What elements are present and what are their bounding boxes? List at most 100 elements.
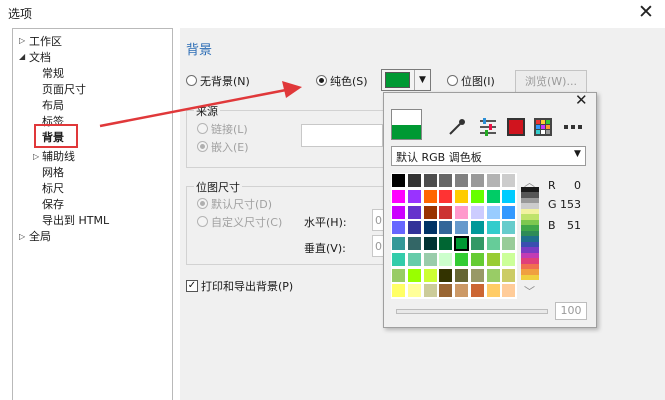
color-swatch-cell[interactable]: [438, 173, 454, 188]
tree-item-export-html[interactable]: 导出到 HTML: [42, 212, 109, 228]
color-swatch-cell[interactable]: [406, 204, 422, 220]
tree-item-page-size[interactable]: 页面尺寸: [42, 81, 86, 97]
color-swatch-cell[interactable]: [469, 236, 485, 251]
bitmap-radio[interactable]: [447, 75, 458, 86]
color-swatch-cell[interactable]: [469, 204, 485, 220]
color-swatch-cell[interactable]: [485, 173, 501, 188]
color-swatch-cell[interactable]: [422, 220, 438, 236]
eyedropper-icon[interactable]: [447, 117, 467, 137]
link-radio[interactable]: [197, 123, 208, 134]
tree-item-document[interactable]: 文档: [29, 49, 51, 65]
embed-radio[interactable]: [197, 141, 208, 152]
color-swatch-cell[interactable]: [391, 188, 406, 204]
color-swatch-cell[interactable]: [501, 283, 517, 299]
palette-overview-strip[interactable]: [521, 187, 539, 281]
embed-label[interactable]: 嵌入(E): [211, 139, 249, 155]
color-swatch-cell[interactable]: [406, 267, 422, 283]
color-swatch-cell[interactable]: [485, 283, 501, 299]
color-swatch-cell[interactable]: [454, 251, 469, 267]
color-swatch-cell[interactable]: [422, 204, 438, 220]
color-swatch-cell[interactable]: [391, 204, 406, 220]
close-icon[interactable]: ✕: [575, 91, 588, 109]
tree-item-global[interactable]: 全局: [29, 228, 51, 244]
expand-arrow-icon[interactable]: ▷: [33, 152, 39, 161]
color-swatch-cell[interactable]: [501, 220, 517, 236]
custom-size-label[interactable]: 自定义尺寸(C): [211, 214, 282, 230]
color-swatch-cell[interactable]: [422, 173, 438, 188]
tree-item-general[interactable]: 常规: [42, 65, 64, 81]
color-swatch-cell[interactable]: [391, 220, 406, 236]
color-swatch-cell[interactable]: [469, 173, 485, 188]
color-swatch-cell[interactable]: [391, 236, 406, 251]
custom-size-radio[interactable]: [197, 216, 208, 227]
color-swatch-cell[interactable]: [485, 188, 501, 204]
color-swatch-cell[interactable]: [391, 251, 406, 267]
color-swatch-cell[interactable]: [485, 236, 501, 251]
collapse-arrow-icon[interactable]: ◢: [19, 52, 25, 61]
browse-button[interactable]: 浏览(W)...: [515, 70, 587, 93]
color-swatch-cell[interactable]: [406, 251, 422, 267]
color-swatch-cell[interactable]: [469, 220, 485, 236]
solid-color-label[interactable]: 纯色(S): [330, 73, 368, 89]
color-swatch-cell[interactable]: [454, 173, 469, 188]
color-swatch-cell[interactable]: [454, 236, 469, 251]
swatch-size-slider[interactable]: [396, 309, 548, 314]
color-swatch-cell[interactable]: [391, 267, 406, 283]
color-swatch-cell[interactable]: [391, 283, 406, 299]
color-swatch-cell[interactable]: [454, 188, 469, 204]
link-label[interactable]: 链接(L): [211, 121, 248, 137]
tree-item-workspace[interactable]: 工作区: [29, 33, 62, 49]
color-swatch-cell[interactable]: [501, 267, 517, 283]
color-swatch-cell[interactable]: [469, 251, 485, 267]
scroll-down-icon[interactable]: ﹀: [524, 283, 535, 299]
solid-color-radio[interactable]: [316, 75, 327, 86]
tree-item-save[interactable]: 保存: [42, 196, 64, 212]
color-swatch-cell[interactable]: [438, 267, 454, 283]
chevron-down-icon[interactable]: ▼: [574, 149, 581, 159]
bitmap-label[interactable]: 位图(I): [461, 73, 495, 89]
color-swatch-cell[interactable]: [391, 173, 406, 188]
color-swatch-cell[interactable]: [438, 236, 454, 251]
color-swatch-cell[interactable]: [485, 267, 501, 283]
color-sliders-icon[interactable]: [478, 117, 498, 137]
chevron-down-icon[interactable]: ▼: [414, 70, 430, 90]
color-swatch-cell[interactable]: [469, 283, 485, 299]
color-swatch-cell[interactable]: [454, 204, 469, 220]
close-icon[interactable]: ✕: [638, 1, 654, 23]
color-swatch-cell[interactable]: [501, 188, 517, 204]
color-palettes-icon[interactable]: [533, 117, 553, 137]
color-swatch-cell[interactable]: [406, 173, 422, 188]
color-swatch-cell[interactable]: [485, 204, 501, 220]
color-swatch-cell[interactable]: [406, 188, 422, 204]
tree-item-rulers[interactable]: 标尺: [42, 180, 64, 196]
color-swatch-cell[interactable]: [422, 236, 438, 251]
color-swatch-cell[interactable]: [422, 188, 438, 204]
print-export-checkbox[interactable]: ✓: [186, 280, 198, 292]
color-swatch-cell[interactable]: [422, 283, 438, 299]
color-swatch-cell[interactable]: [454, 220, 469, 236]
color-swatch-cell[interactable]: [501, 204, 517, 220]
color-swatch-cell[interactable]: [501, 251, 517, 267]
color-swatch-cell[interactable]: [485, 251, 501, 267]
color-swatch-cell[interactable]: [501, 173, 517, 188]
color-swatch-cell[interactable]: [485, 220, 501, 236]
color-swatch-cell[interactable]: [469, 188, 485, 204]
default-size-radio[interactable]: [197, 198, 208, 209]
default-size-label[interactable]: 默认尺寸(D): [211, 196, 272, 212]
color-swatch-cell[interactable]: [438, 220, 454, 236]
print-export-label[interactable]: 打印和导出背景(P): [201, 278, 293, 294]
tree-item-grid[interactable]: 网格: [42, 164, 64, 180]
expand-arrow-icon[interactable]: ▷: [19, 232, 25, 241]
color-swatch-cell[interactable]: [438, 188, 454, 204]
color-swatch-cell[interactable]: [438, 283, 454, 299]
color-swatch-cell[interactable]: [438, 204, 454, 220]
tree-item-guidelines[interactable]: 辅助线: [42, 148, 75, 164]
expand-arrow-icon[interactable]: ▷: [19, 36, 25, 45]
swatch-size-value[interactable]: 100: [555, 302, 587, 320]
color-viewer-icon[interactable]: [506, 117, 526, 137]
color-swatch-cell[interactable]: [438, 251, 454, 267]
more-icon[interactable]: [563, 117, 583, 137]
color-swatch-cell[interactable]: [406, 236, 422, 251]
color-swatch-cell[interactable]: [469, 267, 485, 283]
color-swatch-cell[interactable]: [422, 251, 438, 267]
